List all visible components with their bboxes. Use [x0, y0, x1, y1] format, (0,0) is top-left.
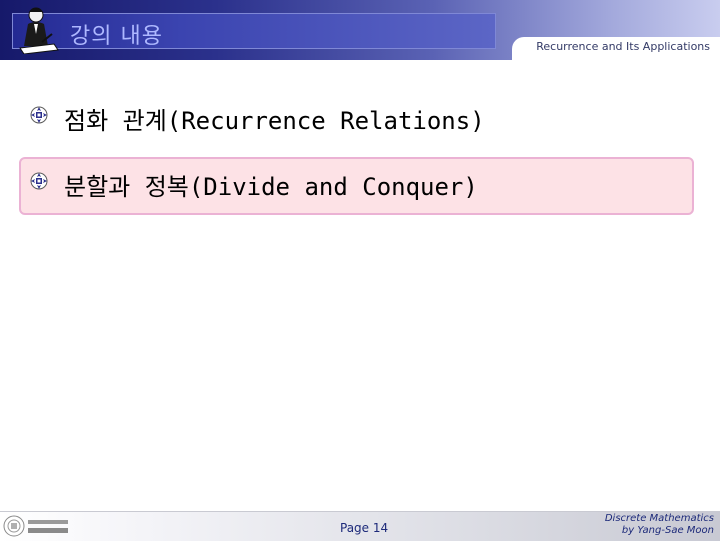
professor-at-desk-icon	[19, 7, 59, 54]
bullet-item-2: 분할과 정복(Divide and Conquer)	[64, 173, 478, 201]
course-name: Discrete Mathematics	[604, 513, 714, 524]
footer-credit: Discrete Mathematics by Yang-Sae Moon	[605, 513, 714, 537]
university-seal-bullet-icon	[30, 172, 48, 190]
slide-title: 강의 내용	[70, 24, 163, 49]
bullet-item-1: 점화 관계(Recurrence Relations)	[64, 107, 485, 135]
author-name: by Yang-Sae Moon	[621, 525, 714, 536]
page-number: Page 14	[340, 521, 389, 535]
slide-subtitle: Recurrence and Its Applications	[536, 40, 710, 53]
university-logo-icon	[3, 515, 68, 537]
university-seal-bullet-icon	[30, 106, 48, 124]
